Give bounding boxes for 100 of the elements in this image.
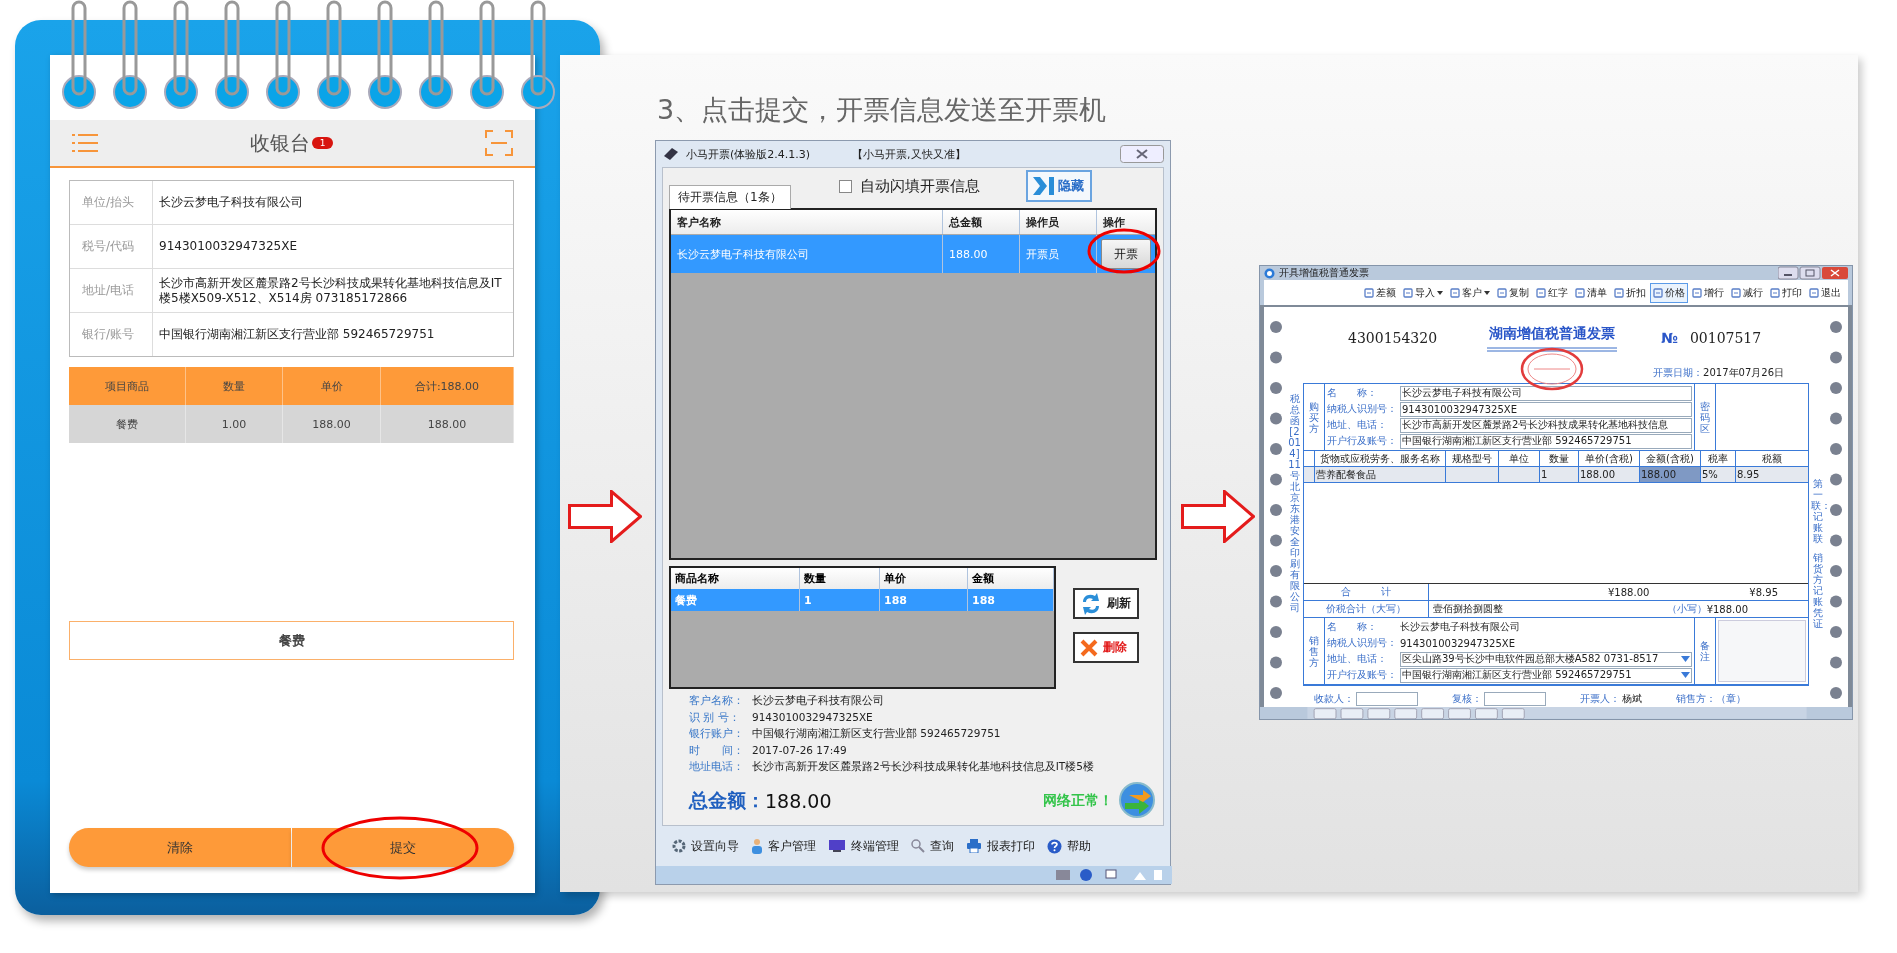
remarks-field[interactable] [1718,620,1806,683]
monitor-icon [828,839,846,853]
toolbar-icon [1575,287,1585,298]
toolbar-button[interactable]: 终端管理 [826,837,901,855]
column-header: 操作员 [1020,210,1097,234]
table-cell: 188.00 [1640,467,1701,483]
field-value: 9143010032947325XE [1400,637,1516,649]
toolbar-button[interactable]: 导入 [1400,282,1446,303]
toolbar-button[interactable]: 打印 [1767,282,1805,303]
table-cell: 188 [880,589,968,611]
section-label: 购买方 [1304,384,1325,451]
refresh-button[interactable]: 刷新 [1073,588,1139,619]
toolbar-button[interactable]: 设置向导 [670,837,741,855]
invoice-code: 4300154320 [1348,330,1438,347]
column-header: 总金额 [943,210,1020,234]
table-cell: 188.00 [943,235,1020,273]
table-cell: 5% [1701,467,1736,483]
gear-icon [672,839,686,853]
toolbar-button[interactable]: 清单 [1572,282,1610,303]
issue-invoice-button[interactable]: 开票 [1101,239,1151,269]
toolbar-button[interactable]: 减行 [1728,282,1766,303]
help-icon [1047,838,1062,854]
delete-button[interactable]: 删除 [1073,632,1139,663]
amount-in-words: 壹佰捌拾捌圆整 [1433,602,1503,617]
toolbar-button[interactable]: 查询 [909,837,956,855]
notification-badge: 1 [311,137,334,149]
table-cell: 1.00 [186,405,283,443]
toolbar-icon [1653,287,1663,298]
toolbar-button[interactable]: 退出 [1806,282,1844,303]
toolbar-button[interactable]: 客户 [1447,282,1493,303]
signature-label: 收款人： [1314,692,1354,707]
action-button[interactable]: 清除 [69,828,292,867]
tab[interactable]: 待开票信息（1条） [669,185,791,209]
checkbox-label: 自动闪填开票信息 [859,177,980,196]
field-value: 长沙云梦电子科技有限公司 [158,194,304,212]
step-title: 3、点击提交，开票信息发送至开票机 [657,93,1108,127]
column-header: 数量 [1540,451,1579,467]
toolbar-button[interactable]: 报表打印 [964,837,1037,855]
dropdown-field[interactable]: 区尖山路39号长沙中电软件园总部大楼A582 0731-8517 [1400,651,1692,667]
invoice-number: 00107517 [1689,330,1762,347]
table-cell: 188.00 [283,405,381,443]
window-title: 开具增值税普通发票 [1279,266,1369,280]
window-slogan: 【小马开票,又快又准】 [852,146,966,162]
window-controls-icon[interactable] [1778,266,1848,280]
toolbar-button[interactable]: 差额 [1361,282,1399,303]
toolbar-button[interactable]: 价格 [1650,282,1688,303]
field-label: 名 称： [1327,620,1378,635]
field-label: 地址/电话 [70,269,153,312]
field-label: 地址、电话： [1327,418,1388,433]
refresh-icon [1080,591,1102,616]
total-tax: ¥8.95 [1749,586,1778,598]
right-arrow-icon [568,490,642,543]
toolbar-button[interactable]: 复制 [1494,282,1532,303]
product-button[interactable]: 餐费 [69,621,514,660]
toolbar-button[interactable]: 折扣 [1611,282,1649,303]
detail-label: 银行账户： [689,726,745,741]
column-header: 税率 [1701,451,1736,467]
invoice-date: 2017年07月26日 [1703,366,1784,381]
column-header: 货物或应税劳务、服务名称 [1315,451,1446,467]
column-header: 单价(含税) [1579,451,1640,467]
signature-label: 销售方：（章） [1676,692,1746,707]
field-value: 中国银行湖南湘江新区支行营业部 592465729751 [158,326,436,344]
toolbar-button[interactable]: 红字 [1533,282,1571,303]
app-logo-icon [662,146,680,162]
column-header: 金额(含税) [1640,451,1701,467]
dropdown-field[interactable]: 中国银行湖南湘江新区支行营业部 592465729751 [1400,667,1692,683]
field-value: 9143010032947325XE [158,238,298,256]
toolbar-button[interactable]: 帮助 [1045,837,1093,855]
seal-stamp-drawing [1520,346,1585,391]
field-value: 长沙云梦电子科技有限公司 [1400,620,1521,635]
checkbox[interactable] [838,180,852,193]
toolbar-button[interactable]: 客户管理 [749,837,818,855]
table-row[interactable]: 长沙云梦电子科技有限公司 188.00 开票员 开票 [671,235,1155,273]
number-sign: № [1661,330,1678,347]
scan-icon[interactable] [485,130,513,156]
input-field[interactable] [1484,692,1546,707]
field-label: 单位/抬头 [70,181,153,224]
toolbar-button[interactable]: 增行 [1689,282,1727,303]
margin-note: 税总函[2014]11号北京东港安全印刷有限公司 [1288,393,1301,614]
column-header: 单位 [1499,451,1540,467]
column-header: 客户名称 [671,210,943,234]
toolbar-icon [1614,287,1624,298]
action-button[interactable]: 提交 [291,828,514,867]
menu-icon[interactable] [72,133,98,153]
network-status: 网络正常！ [1043,791,1113,810]
field-label: 税号/代码 [70,225,153,268]
field-value: 中国银行湖南湘江新区支行营业部 592465729751 [1400,433,1692,449]
table-cell: 长沙云梦电子科技有限公司 [671,235,943,273]
detail-label: 地址电话： [689,759,745,774]
hide-button[interactable]: 隐藏 [1025,170,1092,202]
field-value: 长沙市高新开发区麓景路2号长沙科技成果转化基地科技信息及IT楼5楼X509-X512、X514房 073185172866 [158,275,503,307]
field-label: 纳税人识别号： [1327,402,1398,417]
input-field[interactable] [1356,692,1418,707]
table-cell: 餐费 [69,405,186,443]
grand-total-label: 价税合计（大写） [1304,601,1429,618]
table-cell: 1 [1540,467,1579,483]
total-amount: ¥188.00 [1608,586,1650,598]
delete-icon [1080,638,1098,657]
column-header: 规格型号 [1446,451,1499,467]
close-icon[interactable] [1120,145,1164,163]
